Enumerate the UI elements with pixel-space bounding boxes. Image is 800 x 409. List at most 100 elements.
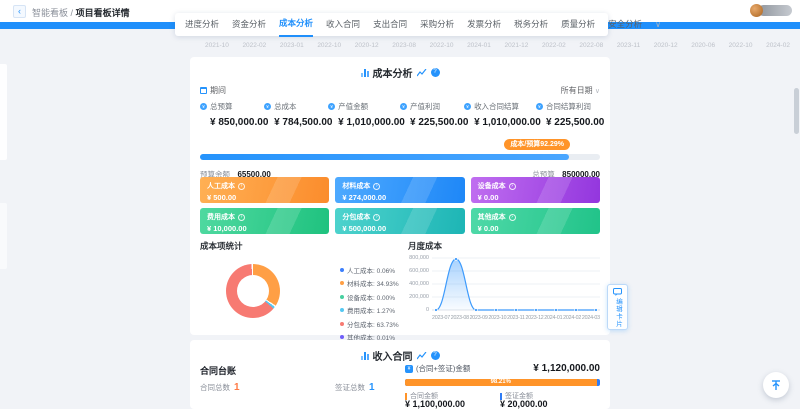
legend-dot <box>340 295 344 299</box>
stat-output-profit: ¥ 产值利润 ¥ 225,500.00 <box>400 101 464 128</box>
chevron-right-icon: › <box>509 214 516 221</box>
cost-card-value: ¥ 274,000.00 <box>342 193 457 202</box>
monthly-chart: 800,000 600,000 400,000 200,000 0 <box>408 252 600 324</box>
contract-count-value[interactable]: 1 <box>234 382 240 393</box>
amount-doc-icon: ¥ <box>405 365 413 373</box>
visa-count-label: 签证总数 <box>335 383 365 392</box>
bg-date: 2023-01 <box>280 42 304 49</box>
legend-item: 分包成本: 63.73% <box>340 319 399 329</box>
tab-expense-contract[interactable]: 支出合同 <box>373 13 407 36</box>
stat-output-amount: ¥ 产值金额 ¥ 1,010,000.00 <box>328 101 400 128</box>
tab-procurement[interactable]: 采购分析 <box>420 13 454 36</box>
bg-date: 2022-02 <box>242 42 266 49</box>
cost-card[interactable]: 人工成本 › ¥ 500.00 <box>200 177 329 203</box>
stat-settlement-profit: ¥ 合同结算利润 ¥ 225,500.00 <box>536 101 600 128</box>
x-tick: 2023-08 <box>451 315 469 321</box>
x-tick: 2023-07 <box>432 315 450 321</box>
contract-amount-value: ¥ 1,100,000.00 <box>405 399 465 409</box>
monthly-area <box>436 259 596 310</box>
contract-count[interactable]: 合同总数1 <box>200 382 240 393</box>
stat-value: ¥ 1,010,000.00 <box>328 117 400 128</box>
cost-card[interactable]: 设备成本 › ¥ 0.00 <box>471 177 600 203</box>
bg-date: 2022-08 <box>579 42 603 49</box>
coin-icon: ¥ <box>200 103 207 110</box>
stat-value: ¥ 850,000.00 <box>200 117 264 128</box>
date-filter-dropdown[interactable]: 所有日期 ∨ <box>561 85 600 96</box>
monthly-line-chart-svg <box>432 252 600 314</box>
tab-progress[interactable]: 进度分析 <box>185 13 219 36</box>
x-tick: 2024-01 <box>544 315 562 321</box>
bg-date: 2022-10 <box>430 42 454 49</box>
tab-income-contract[interactable]: 收入合同 <box>326 13 360 36</box>
breadcrumb-current: 项目看板详情 <box>76 8 130 18</box>
y-tick: 0 <box>408 307 429 313</box>
cost-section-header: 成本分析 ? <box>190 65 610 80</box>
edit-card-widget[interactable]: 编辑卡片 <box>607 284 628 330</box>
tab-tax[interactable]: 税务分析 <box>514 13 548 36</box>
legend-label: 设备成本: 0.00% <box>347 292 395 302</box>
tab-safety[interactable]: 安全分析 <box>608 13 642 36</box>
bg-date: 2024-02 <box>766 42 790 49</box>
y-tick: 200,000 <box>408 294 429 300</box>
tab-invoice[interactable]: 发票分析 <box>467 13 501 36</box>
user-pill[interactable] <box>758 5 792 16</box>
bg-date: 2024-01 <box>467 42 491 49</box>
ledger-title: 合同台账 <box>200 364 236 377</box>
cost-section-title: 成本分析 <box>373 65 413 80</box>
tab-cost[interactable]: 成本分析 <box>279 12 313 37</box>
legend-dot <box>340 281 344 285</box>
bg-date: 2021-12 <box>505 42 529 49</box>
donut-chart-title: 成本项统计 <box>200 240 243 252</box>
stat-label: 产值利润 <box>410 101 440 112</box>
date-filter-value: 所有日期 <box>561 86 593 95</box>
chevron-down-icon[interactable]: ∨ <box>655 20 661 29</box>
bg-date: 2023-08 <box>392 42 416 49</box>
cost-card[interactable]: 其他成本 › ¥ 0.00 <box>471 208 600 234</box>
bg-date: 2023-11 <box>617 42 640 49</box>
bg-date: 2022-10 <box>317 42 341 49</box>
y-tick: 800,000 <box>408 255 429 261</box>
x-tick: 2024-02 <box>563 315 581 321</box>
legend-item: 费用成本: 1.27% <box>340 305 399 315</box>
pin-button[interactable] <box>763 372 789 398</box>
monthly-chart-title: 月度成本 <box>408 240 442 252</box>
stat-label: 合同结算利润 <box>546 101 591 112</box>
stat-value: ¥ 784,500.00 <box>264 117 328 128</box>
tab-funds[interactable]: 资金分析 <box>232 13 266 36</box>
scrollbar-thumb[interactable] <box>794 88 799 134</box>
cost-card[interactable]: 材料成本 › ¥ 274,000.00 <box>335 177 464 203</box>
cost-category-grid: 人工成本 › ¥ 500.00 材料成本 › ¥ 274,000.00 设备成本… <box>200 177 600 234</box>
background-panel-edge <box>0 64 7 160</box>
cost-card[interactable]: 费用成本 › ¥ 10,000.00 <box>200 208 329 234</box>
bg-date: 2020-12 <box>355 42 379 49</box>
cost-card-label: 材料成本 <box>342 181 370 191</box>
chevron-right-icon: › <box>373 214 380 221</box>
x-tick: 2023-09 <box>470 315 488 321</box>
x-tick: 2023-12 <box>526 315 544 321</box>
avatar[interactable] <box>750 4 763 17</box>
x-tick: 2024-03 <box>582 315 600 321</box>
cost-card[interactable]: 分包成本 › ¥ 500,000.00 <box>335 208 464 234</box>
chevron-down-icon: ∨ <box>595 88 600 95</box>
bar-chart-icon <box>361 352 369 360</box>
edit-card-label: 编辑卡片 <box>613 298 623 328</box>
legend-dot <box>340 322 344 326</box>
visa-count[interactable]: 签证总数 1 <box>335 382 375 393</box>
back-button[interactable]: ‹ <box>13 5 26 18</box>
help-icon[interactable]: ? <box>431 68 440 77</box>
breadcrumb-parent[interactable]: 智能看板 <box>32 8 68 18</box>
stat-label: 总成本 <box>274 101 297 112</box>
visa-count-value[interactable]: 1 <box>369 382 375 393</box>
cost-analysis-card: 成本分析 ? 期间 所有日期 ∨ ¥ 总预算 ¥ 850,000.00 <box>190 57 610 335</box>
coin-icon: ¥ <box>264 103 271 110</box>
period-label-group: 期间 <box>200 85 226 96</box>
x-tick: 2023-11 <box>507 315 525 321</box>
coin-icon: ¥ <box>400 103 407 110</box>
bg-date: 2021-10 <box>205 42 229 49</box>
x-tick: 2023-10 <box>488 315 506 321</box>
legend-label: 分包成本: 63.73% <box>347 319 399 329</box>
cost-card-value: ¥ 0.00 <box>478 193 593 202</box>
tab-quality[interactable]: 质量分析 <box>561 13 595 36</box>
total-amount-value: ¥ 1,120,000.00 <box>533 363 600 374</box>
help-icon[interactable]: ? <box>431 351 440 360</box>
